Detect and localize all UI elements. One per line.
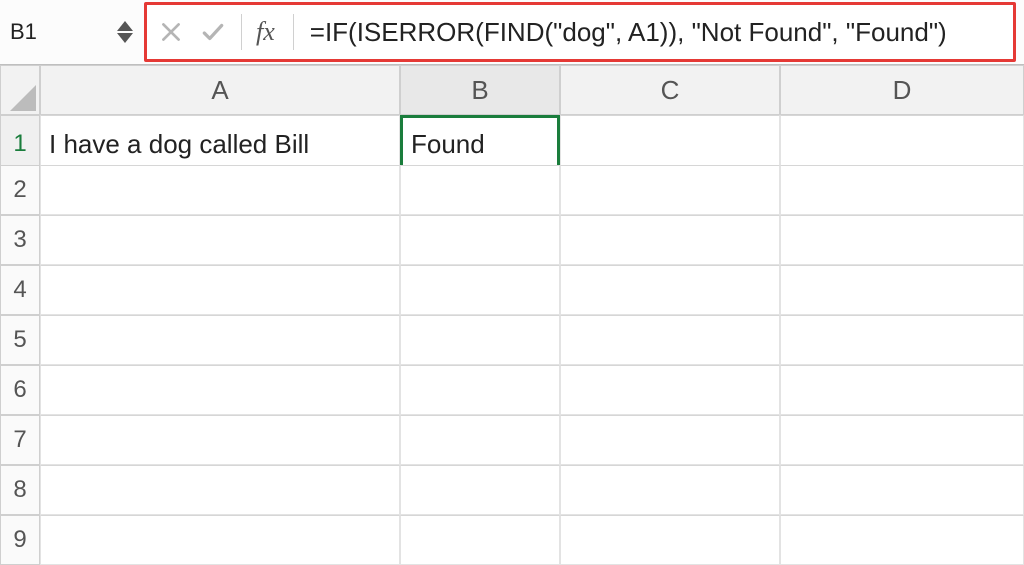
row-header-2[interactable]: 2 bbox=[0, 165, 40, 215]
cell-C8[interactable] bbox=[560, 465, 780, 515]
cell-C5[interactable] bbox=[560, 315, 780, 365]
cancel-icon[interactable] bbox=[157, 18, 185, 46]
col-header-C[interactable]: C bbox=[560, 65, 780, 115]
cell-D3[interactable] bbox=[780, 215, 1024, 265]
divider bbox=[241, 14, 242, 50]
cell-A6[interactable] bbox=[40, 365, 400, 415]
cell-C6[interactable] bbox=[560, 365, 780, 415]
row-header-8[interactable]: 8 bbox=[0, 465, 40, 515]
row-header-7[interactable]: 7 bbox=[0, 415, 40, 465]
formula-bar: B1 fx bbox=[0, 0, 1024, 65]
cell-B8[interactable] bbox=[400, 465, 560, 515]
cell-D4[interactable] bbox=[780, 265, 1024, 315]
col-header-D[interactable]: D bbox=[780, 65, 1024, 115]
cell-D7[interactable] bbox=[780, 415, 1024, 465]
cell-C4[interactable] bbox=[560, 265, 780, 315]
name-box-stepper[interactable] bbox=[110, 0, 140, 64]
cell-C7[interactable] bbox=[560, 415, 780, 465]
col-header-B[interactable]: B bbox=[400, 65, 560, 115]
cell-D2[interactable] bbox=[780, 165, 1024, 215]
row-header-5[interactable]: 5 bbox=[0, 315, 40, 365]
cell-value: I have a dog called Bill bbox=[49, 129, 309, 160]
cell-B9[interactable] bbox=[400, 515, 560, 565]
cell-value: Found bbox=[411, 129, 485, 160]
cell-D9[interactable] bbox=[780, 515, 1024, 565]
cell-C9[interactable] bbox=[560, 515, 780, 565]
select-all-corner[interactable] bbox=[0, 65, 40, 115]
cell-C3[interactable] bbox=[560, 215, 780, 265]
cell-B3[interactable] bbox=[400, 215, 560, 265]
cell-D6[interactable] bbox=[780, 365, 1024, 415]
cell-B6[interactable] bbox=[400, 365, 560, 415]
cell-B4[interactable] bbox=[400, 265, 560, 315]
name-box-value: B1 bbox=[10, 19, 37, 45]
cell-A5[interactable] bbox=[40, 315, 400, 365]
spreadsheet-grid: A B C D 1 I have a dog called Bill Found… bbox=[0, 65, 1024, 565]
stepper-up-icon[interactable] bbox=[117, 21, 133, 31]
cell-A3[interactable] bbox=[40, 215, 400, 265]
fx-label[interactable]: fx bbox=[256, 17, 279, 47]
formula-input[interactable] bbox=[308, 16, 1003, 49]
confirm-check-icon[interactable] bbox=[199, 18, 227, 46]
cell-B7[interactable] bbox=[400, 415, 560, 465]
cell-B5[interactable] bbox=[400, 315, 560, 365]
cell-C2[interactable] bbox=[560, 165, 780, 215]
cell-B2[interactable] bbox=[400, 165, 560, 215]
row-header-4[interactable]: 4 bbox=[0, 265, 40, 315]
row-header-3[interactable]: 3 bbox=[0, 215, 40, 265]
row-header-9[interactable]: 9 bbox=[0, 515, 40, 565]
cell-A9[interactable] bbox=[40, 515, 400, 565]
row-header-6[interactable]: 6 bbox=[0, 365, 40, 415]
cell-D8[interactable] bbox=[780, 465, 1024, 515]
cell-D5[interactable] bbox=[780, 315, 1024, 365]
col-header-A[interactable]: A bbox=[40, 65, 400, 115]
name-box[interactable]: B1 bbox=[0, 0, 110, 64]
formula-tools-highlighted: fx bbox=[144, 2, 1016, 62]
divider bbox=[293, 14, 294, 50]
cell-A7[interactable] bbox=[40, 415, 400, 465]
cell-A8[interactable] bbox=[40, 465, 400, 515]
stepper-down-icon[interactable] bbox=[117, 33, 133, 43]
cell-A4[interactable] bbox=[40, 265, 400, 315]
cell-A2[interactable] bbox=[40, 165, 400, 215]
